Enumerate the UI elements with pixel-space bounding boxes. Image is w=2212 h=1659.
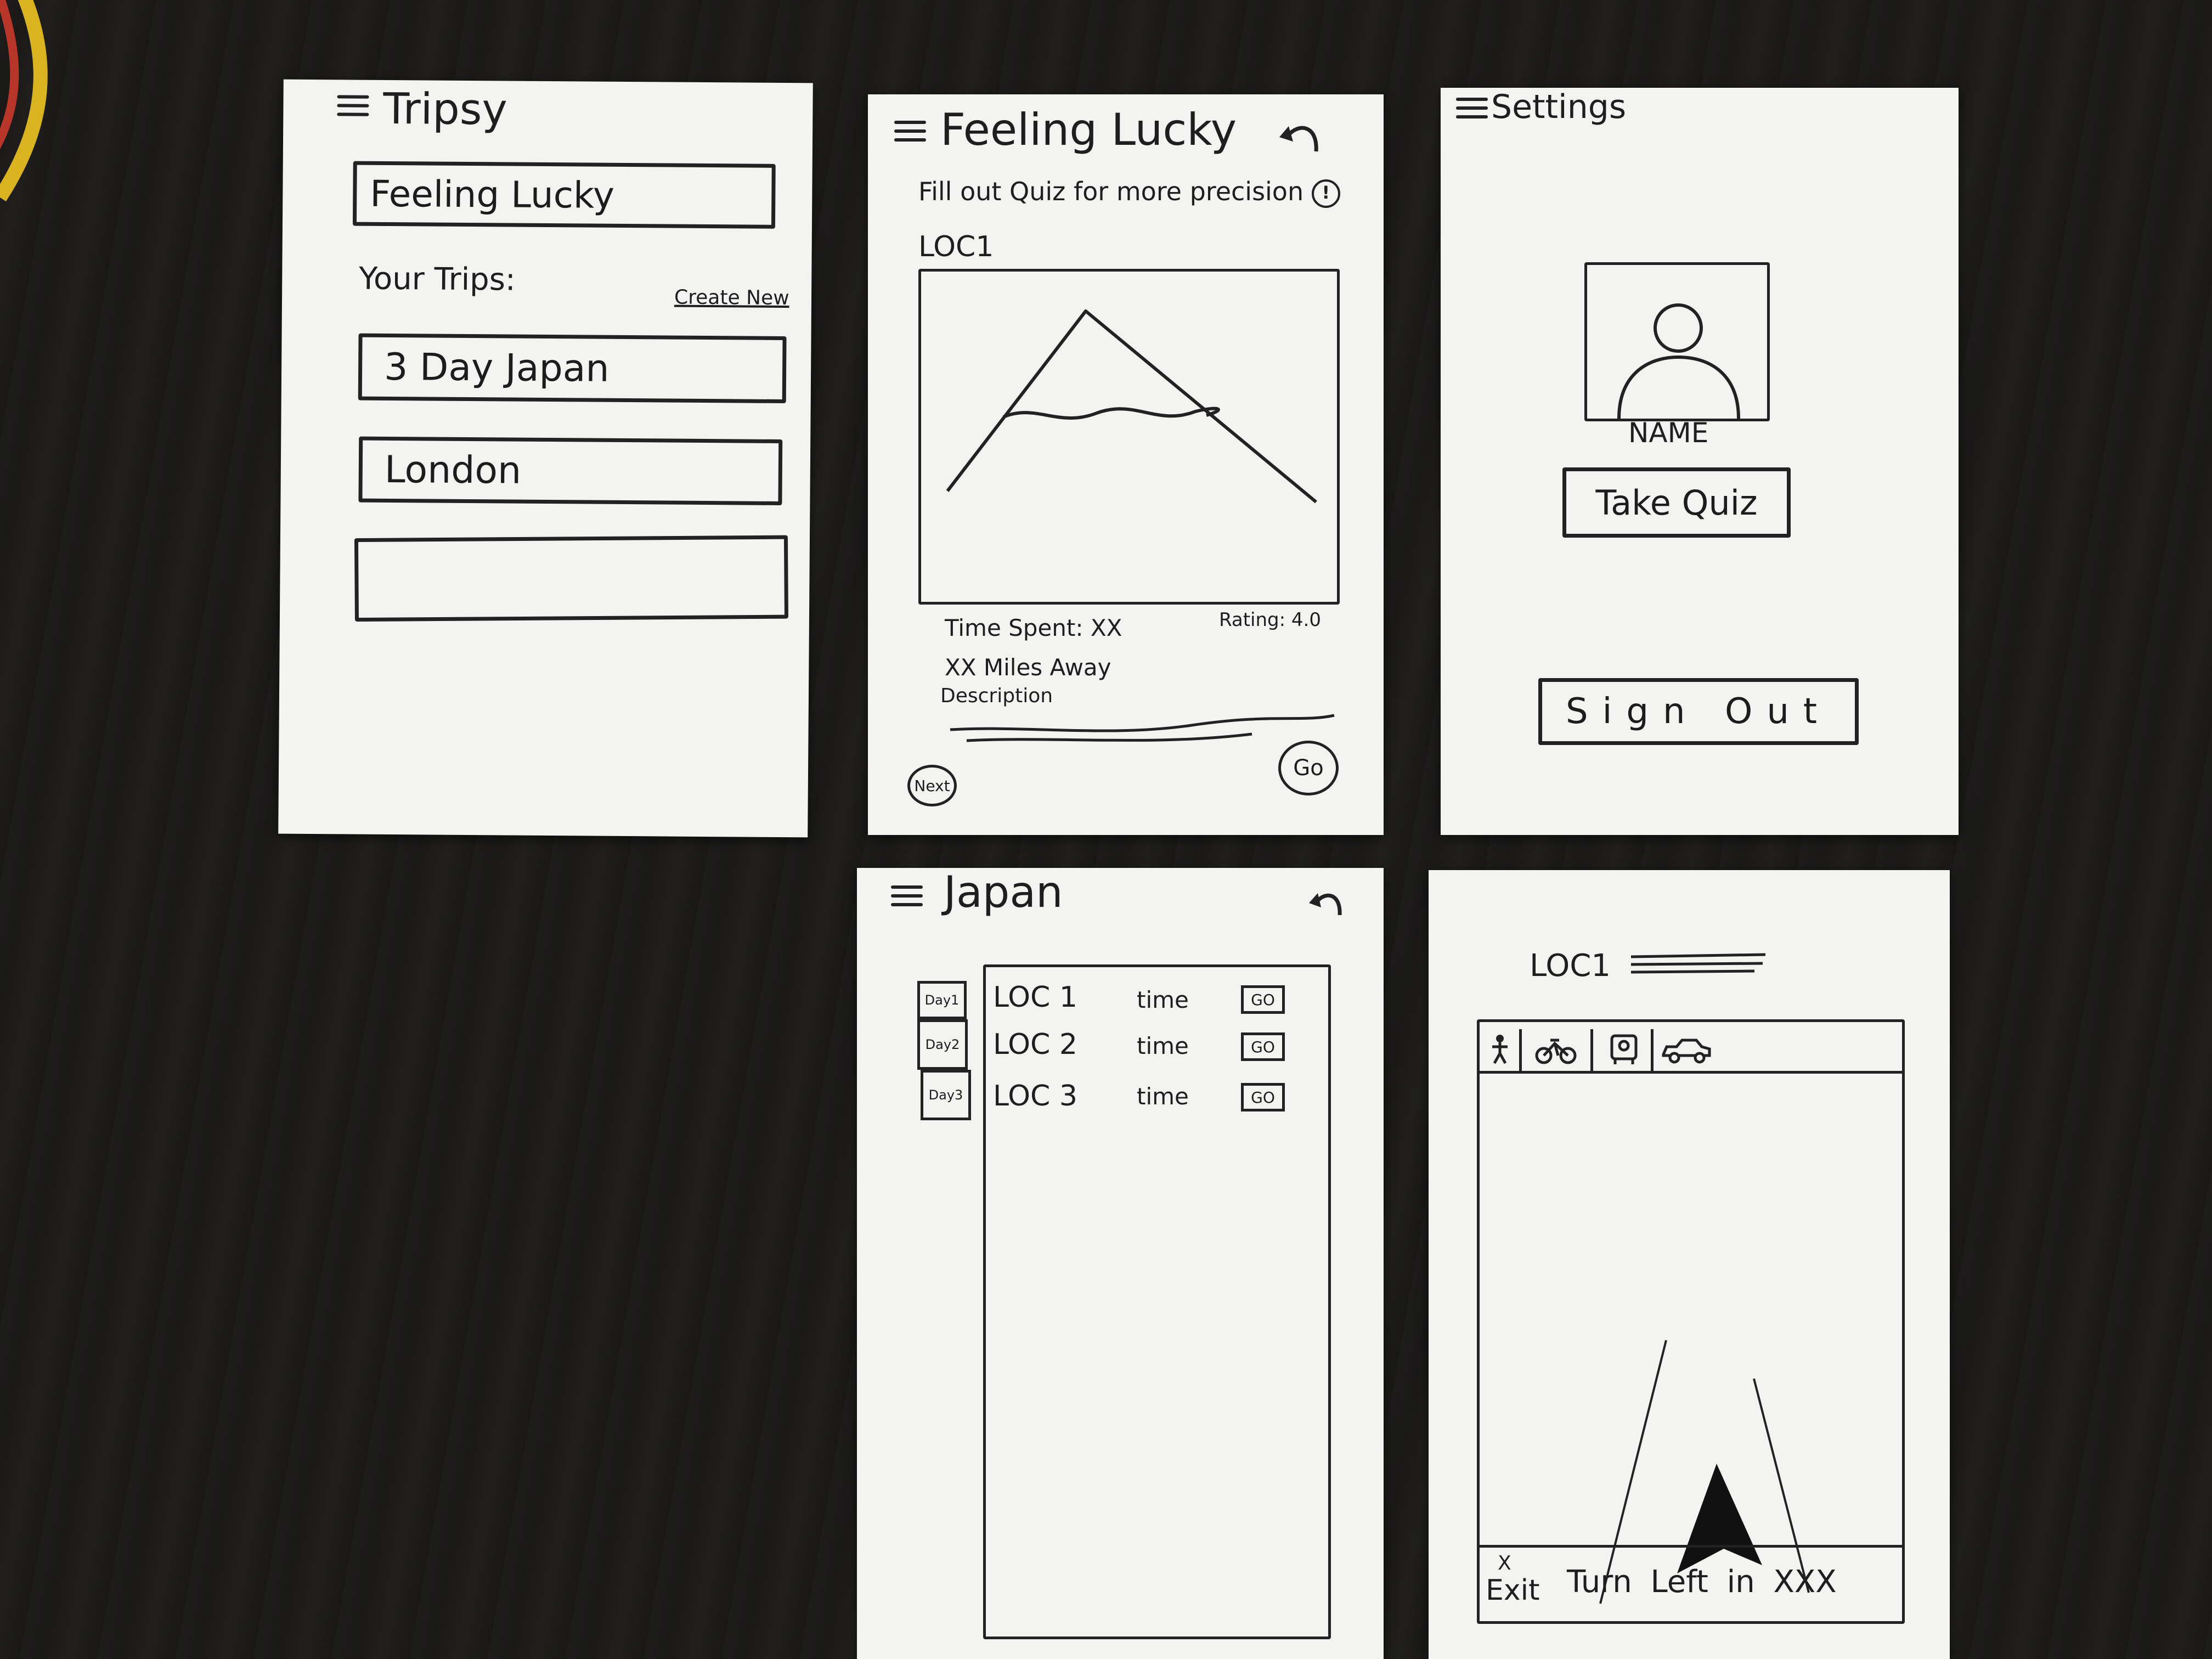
- take-quiz-button[interactable]: Take Quiz: [1562, 467, 1791, 538]
- feeling-lucky-screen: Feeling Lucky Fill out Quiz for more pre…: [868, 94, 1384, 835]
- feeling-lucky-button[interactable]: Feeling Lucky: [352, 161, 776, 229]
- feeling-lucky-label: Feeling Lucky: [370, 172, 615, 217]
- bus-mode-tab[interactable]: [1593, 1029, 1654, 1071]
- location-subtitle-lines: [1630, 953, 1766, 974]
- next-button[interactable]: Next: [907, 765, 957, 806]
- quiz-hint-text: Fill out Quiz for more precision: [918, 177, 1304, 206]
- take-quiz-label: Take Quiz: [1595, 482, 1758, 523]
- trip-item-empty[interactable]: [354, 535, 788, 622]
- day-tab-2[interactable]: Day2: [917, 1019, 968, 1070]
- trip-item-london[interactable]: London: [358, 436, 783, 506]
- walk-mode-tab[interactable]: [1479, 1029, 1522, 1071]
- avatar[interactable]: [1584, 262, 1770, 421]
- sign-out-label: Sign Out: [1566, 691, 1831, 732]
- itinerary-row[interactable]: LOC 3 time GO: [993, 1080, 1322, 1118]
- go-label: GO: [1251, 990, 1275, 1009]
- bike-icon: [1535, 1039, 1577, 1064]
- back-arrow-icon[interactable]: [1277, 120, 1326, 153]
- trip-label: 3 Day Japan: [383, 345, 610, 391]
- page-title: Settings: [1491, 88, 1627, 126]
- exit-button[interactable]: X Exit: [1482, 1552, 1543, 1618]
- your-trips-label: Your Trips:: [359, 261, 516, 298]
- menu-icon[interactable]: [337, 95, 369, 117]
- transport-mode-bar: [1479, 1029, 1903, 1074]
- location-time: time: [1137, 986, 1189, 1013]
- day-tab-label: Day2: [925, 1037, 960, 1052]
- day-tab-3[interactable]: Day3: [921, 1070, 971, 1120]
- day-tab-label: Day3: [928, 1087, 963, 1103]
- location-time: time: [1137, 1032, 1189, 1059]
- location-image[interactable]: [918, 269, 1340, 605]
- car-icon: [1662, 1039, 1711, 1064]
- location-time: time: [1137, 1083, 1189, 1110]
- settings-screen: Settings NAME Take Quiz Sign Out: [1441, 88, 1959, 835]
- car-mode-tab[interactable]: [1654, 1029, 1903, 1071]
- sign-out-button[interactable]: Sign Out: [1538, 678, 1859, 745]
- time-spent: Time Spent: XX: [945, 614, 1122, 641]
- exit-label: Exit: [1486, 1574, 1540, 1607]
- go-button[interactable]: GO: [1241, 1032, 1285, 1061]
- bike-mode-tab[interactable]: [1522, 1029, 1593, 1071]
- info-icon[interactable]: !: [1311, 179, 1340, 208]
- home-screen: Tripsy Feeling Lucky Your Trips: Create …: [278, 79, 813, 838]
- day-tab-label: Day1: [924, 992, 960, 1008]
- description-text-lines: [950, 714, 1335, 742]
- trip-item-japan[interactable]: 3 Day Japan: [358, 333, 787, 404]
- exit-x-icon: X: [1498, 1552, 1511, 1575]
- rating: Rating: 4.0: [1219, 609, 1321, 631]
- direction-bar: X Exit Turn Left in XXX: [1479, 1545, 1903, 1626]
- location-name: LOC 3: [993, 1080, 1077, 1113]
- location-label: LOC1: [918, 230, 994, 263]
- go-label: Go: [1293, 755, 1324, 781]
- bus-icon: [1610, 1034, 1638, 1064]
- next-label: Next: [914, 776, 950, 795]
- walk-icon: [1492, 1035, 1508, 1064]
- itinerary-row[interactable]: LOC 2 time GO: [993, 1028, 1322, 1066]
- user-name: NAME: [1628, 417, 1709, 449]
- day-tab-1[interactable]: Day1: [917, 981, 967, 1019]
- page-title: Feeling Lucky: [940, 104, 1237, 155]
- create-new-link[interactable]: Create New: [674, 286, 789, 309]
- menu-icon[interactable]: [894, 121, 926, 143]
- turn-instruction: Turn Left in XXX: [1567, 1564, 1837, 1600]
- trip-itinerary-screen: Japan Day1 Day2 Day3 LOC 1 time GO LOC 2…: [857, 868, 1384, 1659]
- itinerary-row[interactable]: LOC 1 time GO: [993, 981, 1322, 1019]
- go-label: GO: [1251, 1037, 1275, 1056]
- go-label: GO: [1251, 1088, 1275, 1107]
- mountain-image-icon: [946, 309, 1317, 504]
- trip-label: London: [384, 448, 522, 493]
- navigation-screen: LOC1 X Exit Turn Left in XXX: [1429, 870, 1950, 1659]
- menu-icon[interactable]: [891, 885, 923, 907]
- location-name: LOC 2: [993, 1028, 1077, 1061]
- location-name: LOC 1: [993, 981, 1077, 1014]
- go-button[interactable]: GO: [1241, 985, 1285, 1014]
- menu-icon[interactable]: [1456, 98, 1488, 120]
- map-view[interactable]: [1477, 1019, 1905, 1624]
- go-button[interactable]: GO: [1241, 1083, 1285, 1111]
- person-icon: [1617, 303, 1740, 419]
- go-button[interactable]: Go: [1278, 741, 1339, 795]
- rubber-bands: [0, 0, 48, 202]
- page-title: Tripsy: [383, 84, 507, 135]
- location-label: LOC1: [1530, 948, 1611, 984]
- page-title: Japan: [944, 868, 1063, 917]
- quiz-hint[interactable]: Fill out Quiz for more precision !: [918, 177, 1340, 208]
- back-arrow-icon[interactable]: [1308, 889, 1346, 916]
- distance: XX Miles Away: [945, 654, 1111, 681]
